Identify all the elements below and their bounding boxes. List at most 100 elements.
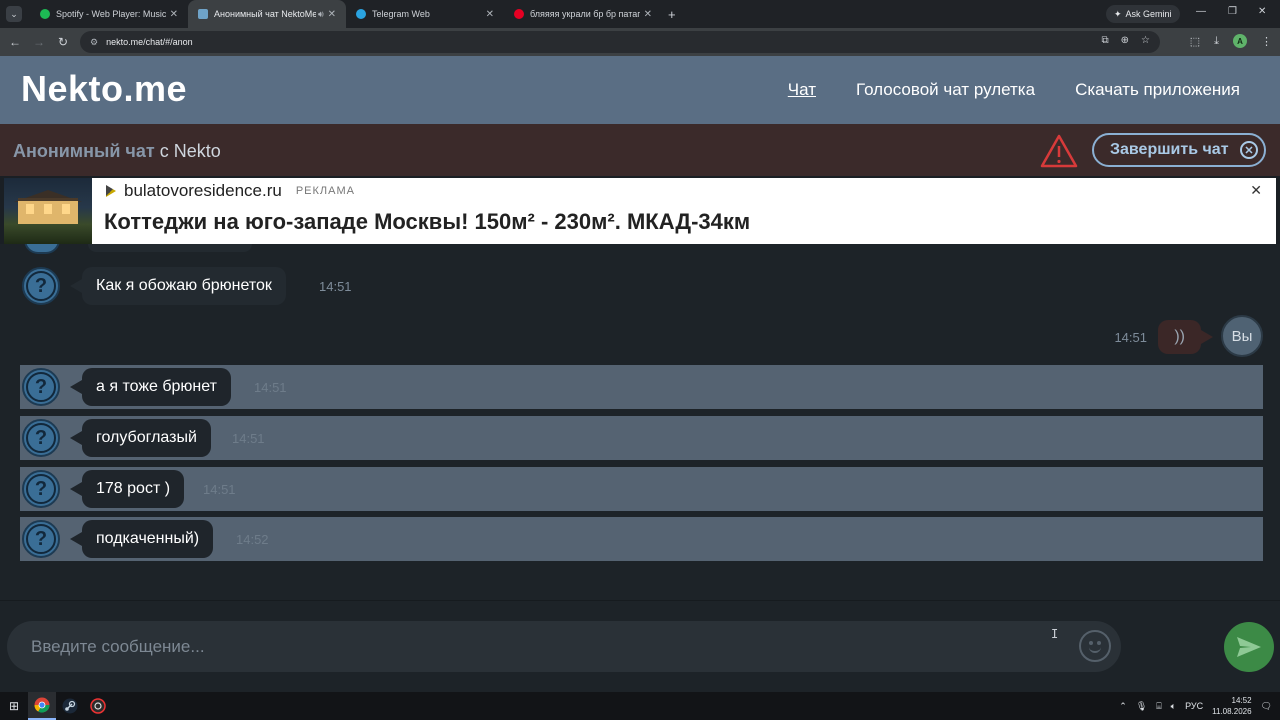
- partner-avatar: ?: [22, 419, 60, 457]
- message-time: 14:51: [254, 380, 287, 395]
- telegram-favicon-icon: [356, 9, 366, 19]
- tab-search-icon[interactable]: ⌄: [6, 6, 22, 22]
- ad-image[interactable]: [4, 178, 92, 244]
- nav-voice-roulette-link[interactable]: Голосовой чат рулетка: [856, 80, 1035, 100]
- chat-title-rest: с Nekto: [159, 141, 221, 161]
- back-icon[interactable]: ←: [3, 35, 27, 49]
- tab-title: Анонимный чат NektoMe: [214, 9, 316, 19]
- ad-tag: РЕКЛАМА: [295, 185, 355, 197]
- site-header: Nekto.me Чат Голосовой чат рулетка Скача…: [0, 56, 1280, 124]
- speaker-icon[interactable]: 🔊︎: [318, 9, 324, 20]
- ad-headline[interactable]: Коттеджи на юго-западе Москвы! 150м² - 2…: [104, 209, 750, 235]
- input-language[interactable]: РУС: [1185, 701, 1203, 711]
- download-icon[interactable]: ⤓: [1214, 35, 1219, 48]
- tab-title: Telegram Web: [372, 9, 430, 19]
- volume-icon[interactable]: 🔈︎: [1171, 701, 1176, 712]
- close-circle-icon: ✕: [1240, 141, 1258, 159]
- close-window-icon[interactable]: ✕: [1258, 6, 1266, 17]
- ad-close-icon[interactable]: ✕: [1250, 182, 1262, 199]
- ask-gemini-button[interactable]: ✦ Ask Gemini: [1106, 5, 1180, 23]
- tab-close-icon[interactable]: ✕: [328, 9, 336, 20]
- partner-avatar: ?: [22, 520, 60, 558]
- ad-banner[interactable]: bulatovoresidence.ru РЕКЛАМА Коттеджи на…: [4, 178, 1276, 244]
- site-nav: Чат Голосовой чат рулетка Скачать прилож…: [788, 80, 1240, 100]
- question-mark-icon: ?: [26, 474, 56, 504]
- message-bubble: голубоглазый: [70, 419, 211, 457]
- menu-kebab-icon[interactable]: ⋮: [1261, 35, 1272, 48]
- site-info-icon[interactable]: ⚙: [90, 37, 98, 48]
- steam-icon[interactable]: [56, 692, 84, 720]
- zoom-icon[interactable]: ⊕: [1121, 35, 1129, 46]
- question-mark-icon: ?: [26, 271, 56, 301]
- send-button[interactable]: [1224, 622, 1274, 672]
- message-composer[interactable]: [7, 621, 1121, 672]
- ask-gemini-label: Ask Gemini: [1125, 9, 1172, 19]
- question-mark-icon: ?: [26, 372, 56, 402]
- notifications-icon[interactable]: 🗨︎: [1261, 701, 1272, 712]
- profile-avatar[interactable]: A: [1233, 34, 1247, 48]
- browser-toolbar: ← → ↻ ⚙ nekto.me/chat/#/anon ⧉ ⊕ ☆: [0, 28, 1280, 56]
- tab-nektome[interactable]: Анонимный чат NektoMe 🔊︎ ✕: [188, 0, 346, 28]
- ad-domain-text: bulatovoresidence.ru: [124, 181, 282, 200]
- chat-title: Анонимный чат с Nekto: [13, 141, 221, 162]
- tab-close-icon[interactable]: ✕: [644, 9, 652, 20]
- tab-pinterest[interactable]: бляяяя украли бр бр патапим ✕: [504, 0, 662, 28]
- chrome-icon[interactable]: [28, 692, 56, 720]
- question-mark-icon: ?: [26, 423, 56, 453]
- message-input[interactable]: [31, 635, 1031, 659]
- tab-close-icon[interactable]: ✕: [170, 9, 178, 20]
- message-time: 14:51: [319, 279, 352, 294]
- system-tray: ⌃ 🎙︎ ⌸ 🔈︎ РУС 14:52 11.08.2026 🗨︎: [1119, 692, 1272, 720]
- text-cursor-icon: I: [1051, 627, 1059, 641]
- chat-header: Анонимный чат с Nekto: [0, 124, 1280, 176]
- extensions-icon[interactable]: ⬚: [1190, 35, 1200, 48]
- restore-icon[interactable]: ❐: [1228, 6, 1237, 17]
- minimize-icon[interactable]: —: [1196, 6, 1206, 17]
- ad-domain[interactable]: bulatovoresidence.ru РЕКЛАМА: [106, 181, 355, 201]
- partner-avatar: ?: [22, 368, 60, 406]
- chevron-up-icon[interactable]: ⌃: [1119, 701, 1127, 712]
- pinterest-favicon-icon: [514, 9, 524, 19]
- new-tab-button[interactable]: +: [668, 7, 676, 22]
- bookmark-star-icon[interactable]: ☆: [1141, 35, 1150, 46]
- message-bubble: Как я обожаю брюнеток: [70, 267, 286, 305]
- address-bar[interactable]: ⚙ nekto.me/chat/#/anon ⧉ ⊕ ☆: [80, 31, 1160, 53]
- message-row: ? Как я обожаю брюнеток 14:51: [20, 264, 1263, 308]
- network-icon[interactable]: ⌸: [1156, 701, 1161, 712]
- spotify-favicon-icon: [40, 9, 50, 19]
- browser-tabbar: ⌄ Spotify - Web Player: Music for ✕ Анон…: [0, 0, 1280, 28]
- report-warning-icon[interactable]: [1040, 134, 1078, 168]
- partner-avatar: ?: [22, 470, 60, 508]
- partner-avatar: ?: [22, 267, 60, 305]
- chat-title-muted: Анонимный чат: [13, 141, 155, 161]
- message-time: 14:51: [1114, 330, 1147, 345]
- emoji-icon[interactable]: [1079, 630, 1111, 662]
- windows-start-icon[interactable]: ⊞: [0, 692, 28, 720]
- nav-download-apps-link[interactable]: Скачать приложения: [1075, 80, 1240, 100]
- tab-title: Spotify - Web Player: Music for: [56, 9, 166, 19]
- clock-time: 14:52: [1231, 696, 1252, 705]
- microphone-icon[interactable]: 🎙︎: [1136, 701, 1147, 712]
- message-bubble: подкаченный): [69, 520, 214, 558]
- yandex-ad-icon: [106, 185, 116, 197]
- url-text: nekto.me/chat/#/anon: [106, 37, 193, 47]
- taskbar: ⊞ ⌃ 🎙︎ ⌸ 🔈︎ РУС 14:52 11.08.2026 🗨︎: [0, 692, 1280, 720]
- nav-chat-link[interactable]: Чат: [788, 80, 816, 100]
- my-message-bubble: )): [1158, 320, 1213, 354]
- install-app-icon[interactable]: ⧉: [1102, 35, 1109, 46]
- message-row: ? подкаченный) 14:52: [20, 517, 1263, 561]
- question-mark-icon: ?: [26, 524, 56, 554]
- tab-spotify[interactable]: Spotify - Web Player: Music for ✕: [30, 0, 188, 28]
- tab-telegram[interactable]: Telegram Web ✕: [346, 0, 504, 28]
- tab-title: бляяяя украли бр бр патапим: [530, 9, 640, 19]
- app-icon[interactable]: [84, 692, 112, 720]
- send-arrow-icon: [1237, 637, 1261, 657]
- reload-icon[interactable]: ↻: [51, 35, 75, 49]
- gemini-icon: ✦: [1114, 8, 1122, 19]
- site-logo[interactable]: Nekto.me: [21, 68, 187, 110]
- end-chat-button[interactable]: Завершить чат ✕: [1092, 133, 1266, 167]
- tab-close-icon[interactable]: ✕: [486, 9, 494, 20]
- message-row: ? а я тоже брюнет 14:51: [20, 365, 1263, 409]
- taskbar-clock[interactable]: 14:52 11.08.2026: [1212, 695, 1251, 717]
- forward-icon[interactable]: →: [27, 35, 51, 49]
